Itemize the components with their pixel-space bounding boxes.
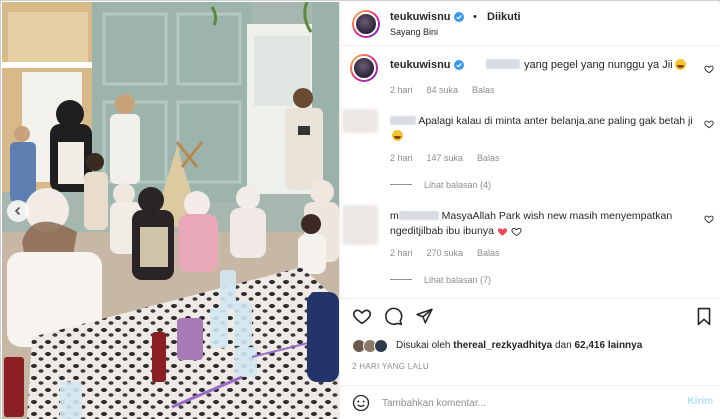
- following-button[interactable]: Diikuti: [487, 11, 521, 23]
- likes-prefix: Disukai oleh: [396, 340, 451, 351]
- red-heart-emoji-icon: [497, 228, 507, 236]
- caption-body: yang pegel yang nunggu ya Jii: [524, 59, 673, 71]
- heart-icon[interactable]: [704, 214, 714, 224]
- smile-icon[interactable]: [352, 394, 370, 412]
- redacted-username[interactable]: [398, 211, 439, 220]
- comment-text: m MasyaAllah Park wish new masih menyemp…: [390, 209, 696, 239]
- comment-body: Apalagi kalau di minta anter belanja.ane…: [418, 115, 693, 127]
- comment-reply-button[interactable]: Balas: [477, 248, 500, 258]
- header-separator: •: [473, 11, 477, 23]
- view-replies-button[interactable]: Lihat balasan (4): [390, 180, 491, 190]
- heart-icon[interactable]: [704, 64, 714, 74]
- liker-avatar[interactable]: [374, 339, 388, 353]
- laughing-emoji-icon: [392, 130, 403, 141]
- bookmark-icon[interactable]: [696, 307, 712, 326]
- caption-meta: 2 hari 84 suka Balas: [390, 85, 509, 95]
- likes-summary: Disukai oleh thereal_rezkyadhitya dan 62…: [352, 339, 712, 355]
- post-actions: [340, 298, 720, 338]
- author-avatar[interactable]: [352, 10, 380, 38]
- comment-time: 2 hari: [390, 248, 413, 258]
- heart-icon[interactable]: [352, 307, 372, 325]
- redacted-mention: [486, 59, 520, 69]
- chevron-left-icon: [14, 206, 21, 216]
- liker-username[interactable]: thereal_rezkyadhitya: [453, 340, 552, 351]
- comment-time: 2 hari: [390, 153, 413, 163]
- redacted-username[interactable]: [390, 116, 416, 125]
- likes-count-button[interactable]: 62,416 lainnya: [574, 340, 642, 351]
- post-side-panel: teukuwisnu • Diikuti Sayang Bini teukuwi…: [339, 2, 720, 419]
- carousel-prev-button[interactable]: [7, 200, 29, 222]
- comment-text: Apalagi kalau di minta anter belanja.ane…: [390, 114, 696, 144]
- comment-username-prefix[interactable]: m: [390, 210, 399, 222]
- post-photo[interactable]: [2, 2, 339, 419]
- comment-meta: 2 hari 147 suka Balas: [390, 153, 514, 163]
- caption-likes[interactable]: 84 suka: [427, 85, 459, 95]
- send-icon[interactable]: [415, 307, 434, 325]
- comment-avatar[interactable]: [342, 109, 378, 133]
- author-username[interactable]: teukuwisnu: [390, 11, 451, 23]
- post-header: teukuwisnu • Diikuti Sayang Bini: [340, 2, 720, 46]
- instagram-post-window: teukuwisnu • Diikuti Sayang Bini teukuwi…: [0, 0, 720, 419]
- caption-username[interactable]: teukuwisnu: [390, 59, 451, 71]
- verified-badge-icon: [453, 12, 464, 22]
- comment-icon[interactable]: [384, 307, 403, 326]
- comment-input[interactable]: [382, 394, 672, 412]
- comment-likes[interactable]: 147 suka: [427, 153, 464, 163]
- view-replies-button[interactable]: Lihat balasan (7): [390, 275, 491, 285]
- post-photo-illustration: [2, 2, 339, 419]
- caption-time: 2 hari: [390, 85, 413, 95]
- comment-box: Kirim: [340, 385, 720, 419]
- comment-likes[interactable]: 270 suka: [427, 248, 464, 258]
- comment-avatar[interactable]: [342, 205, 378, 245]
- verified-badge-icon: [453, 60, 464, 70]
- comment-reply-button[interactable]: Balas: [477, 153, 500, 163]
- caption-text: yang pegel yang nunggu ya Jii: [486, 59, 686, 71]
- comment-meta: 2 hari 270 suka Balas: [390, 248, 514, 258]
- white-heart-emoji-icon: [511, 227, 522, 236]
- likes-connector: dan: [555, 340, 572, 351]
- likes-text: Disukai oleh thereal_rezkyadhitya dan 62…: [396, 340, 642, 351]
- heart-icon[interactable]: [704, 119, 714, 129]
- caption-reply-button[interactable]: Balas: [472, 85, 495, 95]
- caption-author-avatar[interactable]: [350, 54, 378, 82]
- post-date[interactable]: 2 HARI YANG LALU: [352, 362, 429, 371]
- laughing-emoji-icon: [674, 59, 686, 70]
- post-comment-button[interactable]: Kirim: [687, 396, 713, 407]
- post-subtitle: Sayang Bini: [390, 27, 439, 37]
